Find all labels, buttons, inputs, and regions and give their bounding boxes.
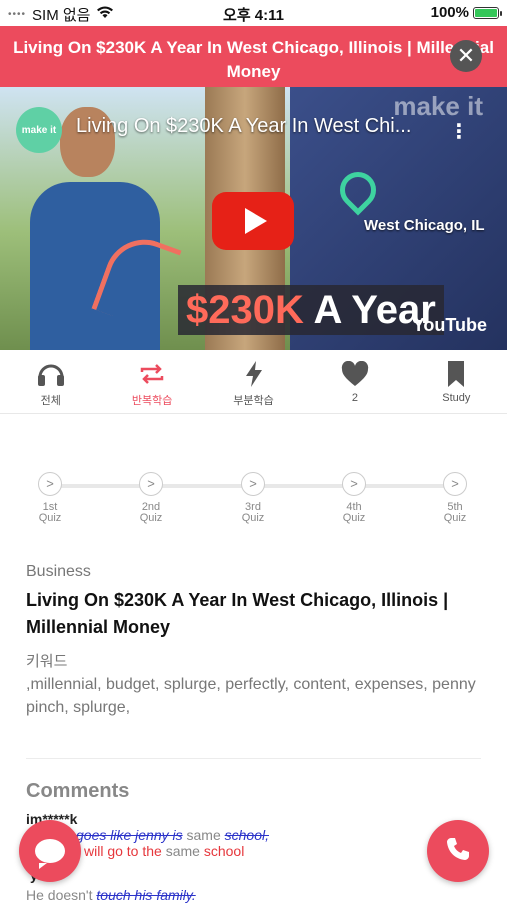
headphones-icon: [36, 360, 66, 388]
overlay-amount: $230K: [186, 288, 304, 332]
keywords-label: 키워드: [26, 653, 68, 670]
comment-correction-text: will go to the: [84, 843, 162, 859]
chevron-right-icon: >: [139, 472, 163, 496]
quiz-step-label: Quiz: [38, 512, 62, 524]
comment-strike-text: goes like jenny is: [76, 827, 183, 843]
chevron-right-icon: >: [241, 472, 265, 496]
chat-bubble-icon: [35, 839, 65, 869]
tab-partial[interactable]: 부분학습: [203, 350, 304, 413]
quiz-step-label: Quiz: [443, 512, 467, 524]
chat-button[interactable]: [19, 820, 81, 882]
channel-avatar[interactable]: make it: [16, 107, 62, 153]
phone-icon: [444, 835, 472, 868]
quiz-progress: > 1st Quiz > 2nd Quiz > 3rd Quiz > 4th Q…: [0, 470, 507, 540]
quiz-step-4[interactable]: > 4th Quiz: [324, 472, 384, 524]
comments-heading: Comments: [26, 780, 130, 802]
battery-icon: [473, 6, 502, 19]
quiz-step-label: Quiz: [139, 512, 163, 524]
banner-title: Living On $230K A Year In West Chicago, …: [13, 38, 494, 81]
comment-same-text: same: [165, 843, 200, 859]
quiz-step-3[interactable]: > 3rd Quiz: [223, 472, 283, 524]
comment-strike-text: school,: [224, 827, 269, 843]
mode-tab-bar: 전체 반복학습 부분학습 2 Study: [0, 350, 507, 414]
quiz-step-1[interactable]: > 1st Quiz: [20, 472, 80, 524]
article-category: Business: [26, 563, 91, 580]
comment-item[interactable]: yi***** He doesn't touch his family.: [26, 867, 486, 903]
quiz-step-label: Quiz: [241, 512, 265, 524]
comment-item[interactable]: im*****k goes like jenny is same school,…: [26, 811, 486, 859]
lightning-icon: [244, 360, 264, 388]
video-location: West Chicago, IL: [364, 217, 485, 234]
close-icon: ✕: [456, 43, 476, 68]
tab-label: 부분학습: [233, 395, 274, 407]
comment-correction-text: school: [203, 843, 245, 859]
youtube-logo[interactable]: YouTube: [413, 315, 487, 336]
comments-section: Comments im*****k goes like jenny is sam…: [26, 780, 486, 903]
video-player[interactable]: make it make it Living On $230K A Year I…: [0, 87, 507, 350]
tab-favorites[interactable]: 2: [304, 350, 405, 413]
status-bar: •••• SIM 없음 오후 4:11 100%: [0, 0, 507, 26]
section-divider: [26, 758, 481, 759]
quiz-step-label: Quiz: [342, 512, 366, 524]
tab-repeat[interactable]: 반복학습: [101, 350, 202, 413]
tab-label: 반복학습: [131, 395, 173, 407]
repeat-icon: [138, 360, 166, 388]
battery-percent: 100%: [430, 4, 469, 21]
article-title: Living On $230K A Year In West Chicago, …: [26, 590, 449, 637]
more-options-icon[interactable]: ⋮: [449, 119, 469, 144]
video-overlay-text: $230K A Year: [178, 285, 444, 335]
chevron-right-icon: >: [38, 472, 62, 496]
article-info: Business Living On $230K A Year In West …: [26, 563, 486, 719]
tab-study[interactable]: Study: [406, 350, 507, 413]
heart-icon: [341, 360, 369, 388]
comment-user: yi*****: [26, 867, 486, 883]
tab-label: 전체: [40, 395, 61, 407]
quiz-step-5[interactable]: > 5th Quiz: [425, 472, 485, 524]
close-button[interactable]: ✕: [450, 40, 482, 72]
title-banner: Living On $230K A Year In West Chicago, …: [0, 26, 507, 87]
quiz-step-2[interactable]: > 2nd Quiz: [121, 472, 181, 524]
chevron-right-icon: >: [342, 472, 366, 496]
call-button[interactable]: [427, 820, 489, 882]
tab-label: Study: [442, 392, 471, 404]
bookmark-icon: [446, 360, 466, 388]
chevron-right-icon: >: [443, 472, 467, 496]
keywords-list: ,millennial, budget, splurge, perfectly,…: [26, 676, 476, 716]
play-button[interactable]: [212, 192, 294, 250]
comment-same-text: same: [186, 827, 221, 843]
tab-all[interactable]: 전체: [0, 350, 101, 413]
favorites-count: 2: [351, 392, 358, 404]
video-title[interactable]: Living On $230K A Year In West Chi...: [76, 115, 411, 138]
comment-strike-text: touch his family.: [96, 887, 196, 903]
comment-plain-text: He doesn't: [26, 887, 93, 903]
comment-user: im*****k: [26, 811, 78, 827]
